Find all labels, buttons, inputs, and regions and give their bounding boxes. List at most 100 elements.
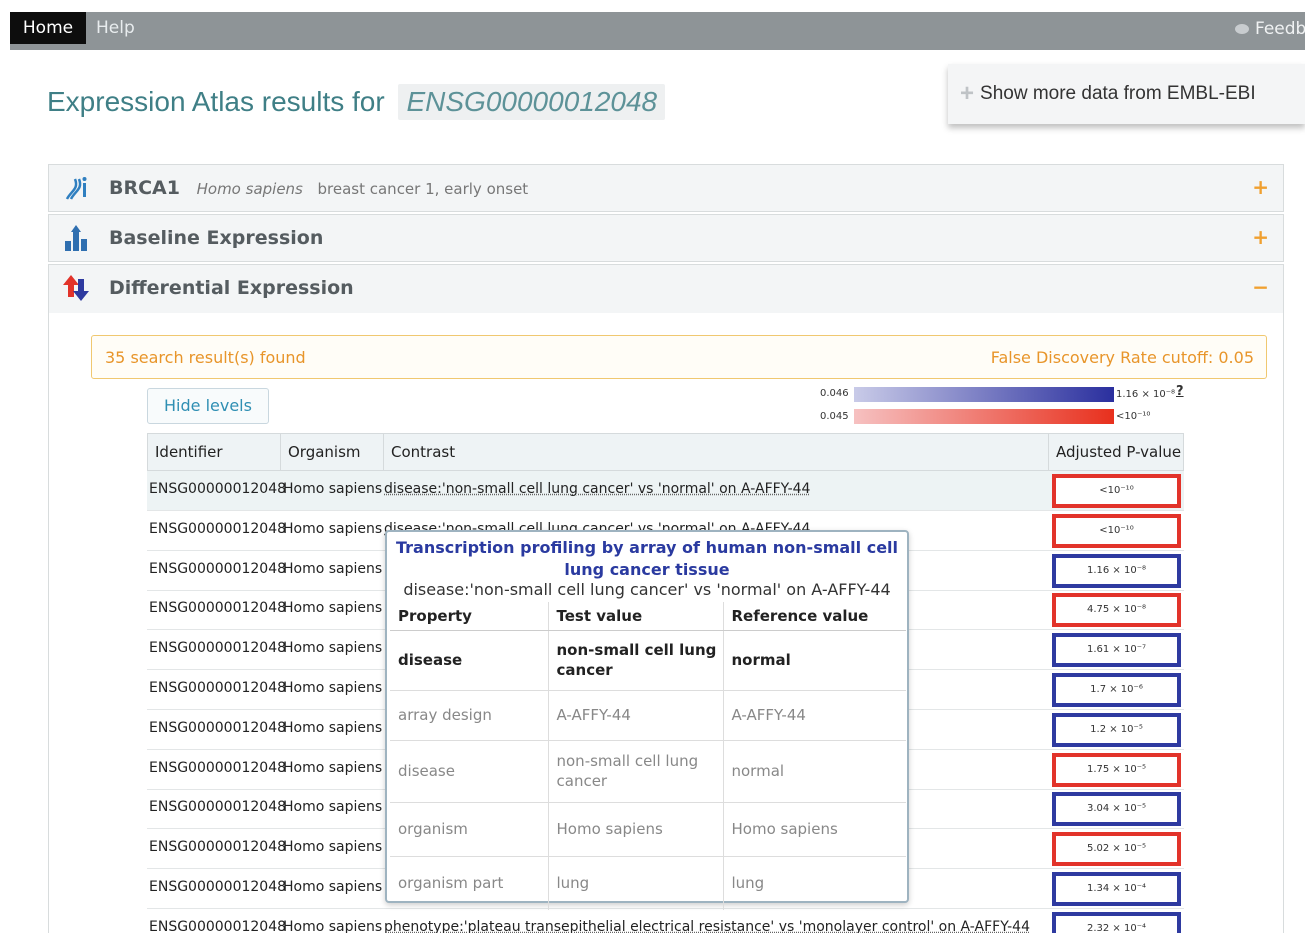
identifier-cell[interactable]: ENSG00000012048	[149, 600, 286, 616]
tooltip-experiment-title: Transcription profiling by array of huma…	[387, 537, 907, 581]
tooltip-cell: A-AFFY-44	[723, 690, 906, 740]
differential-panel-header[interactable]: Differential Expression −	[48, 264, 1284, 314]
column-header-contrast[interactable]: Contrast	[384, 434, 1049, 470]
organism-cell: Homo sapiens	[283, 561, 382, 577]
nav-home-tab[interactable]: Home	[10, 12, 86, 44]
top-nav-bar: Home Help Feedback	[10, 12, 1305, 50]
organism-cell: Homo sapiens	[283, 521, 382, 537]
table-row[interactable]: ENSG00000012048 Homo sapiens phenotype:'pl…	[147, 909, 1184, 933]
contrast-text: phenotype:'plateau transepithelial elect…	[384, 919, 1030, 933]
contrast-text: disease:'non-small cell lung cancer' vs …	[384, 481, 810, 497]
pvalue-cell[interactable]: 1.16 × 10⁻⁸	[1052, 554, 1181, 588]
gene-species-text: Homo sapiens	[197, 180, 303, 198]
organism-cell: Homo sapiens	[283, 839, 382, 855]
gene-panel-title: BRCA1 Homo sapiens breast cancer 1, earl…	[109, 177, 528, 199]
gene-id-chip: ENSG00000012048	[398, 84, 665, 120]
tooltip-cell: organism	[390, 802, 548, 856]
gene-panel-header[interactable]: BRCA1 Homo sapiens breast cancer 1, earl…	[48, 164, 1284, 212]
identifier-cell[interactable]: ENSG00000012048	[149, 879, 286, 895]
organism-cell: Homo sapiens	[283, 640, 382, 656]
baseline-panel-header[interactable]: Baseline Expression +	[48, 214, 1284, 262]
tooltip-cell: normal	[723, 630, 906, 690]
pvalue-cell[interactable]: <10⁻¹⁰	[1052, 474, 1181, 508]
expand-toggle[interactable]: +	[1252, 225, 1269, 249]
result-count: 35 search result(s) found	[105, 348, 306, 367]
up-down-arrows-icon	[61, 273, 91, 303]
fdr-cutoff: False Discovery Rate cutoff: 0.05	[991, 348, 1254, 367]
organism-cell: Homo sapiens	[283, 760, 382, 776]
hide-levels-button[interactable]: Hide levels	[147, 388, 269, 424]
legend-blue-low: 0.046	[820, 388, 849, 399]
legend-red-low: 0.045	[820, 411, 849, 422]
tooltip-cell: disease	[390, 740, 548, 802]
feedback-link[interactable]: Feedback	[1235, 12, 1305, 46]
table-header: Identifier Organism Contrast Adjusted P-…	[147, 433, 1184, 471]
tooltip-header-property: Property	[390, 602, 548, 630]
tooltip-cell: organism part	[390, 856, 548, 910]
baseline-panel-title: Baseline Expression	[109, 227, 323, 249]
tooltip-cell: A-AFFY-44	[548, 690, 723, 740]
contrast-tooltip: Transcription profiling by array of huma…	[385, 530, 909, 903]
pvalue-cell[interactable]: 3.04 × 10⁻⁵	[1052, 792, 1181, 826]
gene-species: Homo sapiens	[197, 180, 303, 198]
identifier-cell[interactable]: ENSG00000012048	[149, 799, 286, 815]
pvalue-cell[interactable]: 4.75 × 10⁻⁸	[1052, 593, 1181, 627]
column-header-pvalue[interactable]: Adjusted P-value	[1049, 434, 1183, 470]
tooltip-cell: Homo sapiens	[723, 802, 906, 856]
tooltip-contrast: disease:'non-small cell lung cancer' vs …	[387, 580, 907, 599]
nav-help-link[interactable]: Help	[96, 12, 135, 44]
identifier-cell[interactable]: ENSG00000012048	[149, 561, 286, 577]
tooltip-cell: array design	[390, 690, 548, 740]
pvalue-cell[interactable]: 2.32 × 10⁻⁴	[1052, 912, 1181, 933]
chat-bubble-icon	[1235, 24, 1249, 34]
results-summary-bar: 35 search result(s) found False Discover…	[91, 335, 1267, 379]
pvalue-cell[interactable]: 1.34 × 10⁻⁴	[1052, 872, 1181, 906]
identifier-cell[interactable]: ENSG00000012048	[149, 919, 286, 933]
tooltip-cell: normal	[723, 740, 906, 802]
gene-description: breast cancer 1, early onset	[318, 180, 529, 198]
gene-symbol: BRCA1	[109, 177, 180, 199]
differential-panel-title: Differential Expression	[109, 277, 354, 299]
tooltip-cell: disease	[390, 630, 548, 690]
tooltip-cell: non-small cell lung cancer	[548, 630, 723, 690]
pvalue-legend: 0.046 1.16 × 10⁻⁸ ? 0.045 <10⁻¹⁰	[820, 386, 1200, 428]
plus-icon: +	[960, 80, 974, 108]
table-row[interactable]: ENSG00000012048 Homo sapiens disease:'non-…	[147, 471, 1184, 511]
identifier-cell[interactable]: ENSG00000012048	[149, 640, 286, 656]
pvalue-cell[interactable]: 1.61 × 10⁻⁷	[1052, 633, 1181, 667]
identifier-cell[interactable]: ENSG00000012048	[149, 720, 286, 736]
baseline-chart-icon	[61, 223, 91, 253]
organism-cell: Homo sapiens	[283, 600, 382, 616]
legend-blue-gradient	[854, 387, 1114, 402]
organism-cell: Homo sapiens	[283, 799, 382, 815]
legend-red-gradient	[854, 409, 1114, 424]
contrast-cell[interactable]: disease:'non-small cell lung cancer' vs …	[384, 481, 1047, 497]
tooltip-cell: lung	[548, 856, 723, 910]
tooltip-cell: non-small cell lung cancer	[548, 740, 723, 802]
organism-cell: Homo sapiens	[283, 879, 382, 895]
tooltip-header-reference: Reference value	[723, 602, 906, 630]
page-title: Expression Atlas results for ENSG0000001…	[47, 84, 665, 120]
identifier-cell[interactable]: ENSG00000012048	[149, 481, 286, 497]
tooltip-header-test: Test value	[548, 602, 723, 630]
organism-cell: Homo sapiens	[283, 481, 382, 497]
expand-toggle[interactable]: +	[1252, 175, 1269, 199]
organism-cell: Homo sapiens	[283, 919, 382, 933]
pvalue-cell[interactable]: 1.2 × 10⁻⁵	[1052, 713, 1181, 747]
pvalue-cell[interactable]: 5.02 × 10⁻⁵	[1052, 832, 1181, 866]
identifier-cell[interactable]: ENSG00000012048	[149, 521, 286, 537]
legend-help-link[interactable]: ?	[1176, 384, 1184, 399]
collapse-toggle[interactable]: −	[1252, 275, 1269, 299]
pvalue-cell[interactable]: 1.7 × 10⁻⁶	[1052, 673, 1181, 707]
dna-icon	[61, 173, 91, 203]
legend-red-high: <10⁻¹⁰	[1116, 411, 1150, 422]
tooltip-cell: Homo sapiens	[548, 802, 723, 856]
pvalue-cell[interactable]: 1.75 × 10⁻⁵	[1052, 753, 1181, 787]
identifier-cell[interactable]: ENSG00000012048	[149, 680, 286, 696]
show-more-data-button[interactable]: + Show more data from EMBL-EBI	[948, 64, 1305, 124]
column-header-identifier[interactable]: Identifier	[148, 434, 281, 470]
identifier-cell[interactable]: ENSG00000012048	[149, 760, 286, 776]
identifier-cell[interactable]: ENSG00000012048	[149, 839, 286, 855]
column-header-organism[interactable]: Organism	[281, 434, 384, 470]
pvalue-cell[interactable]: <10⁻¹⁰	[1052, 514, 1181, 548]
